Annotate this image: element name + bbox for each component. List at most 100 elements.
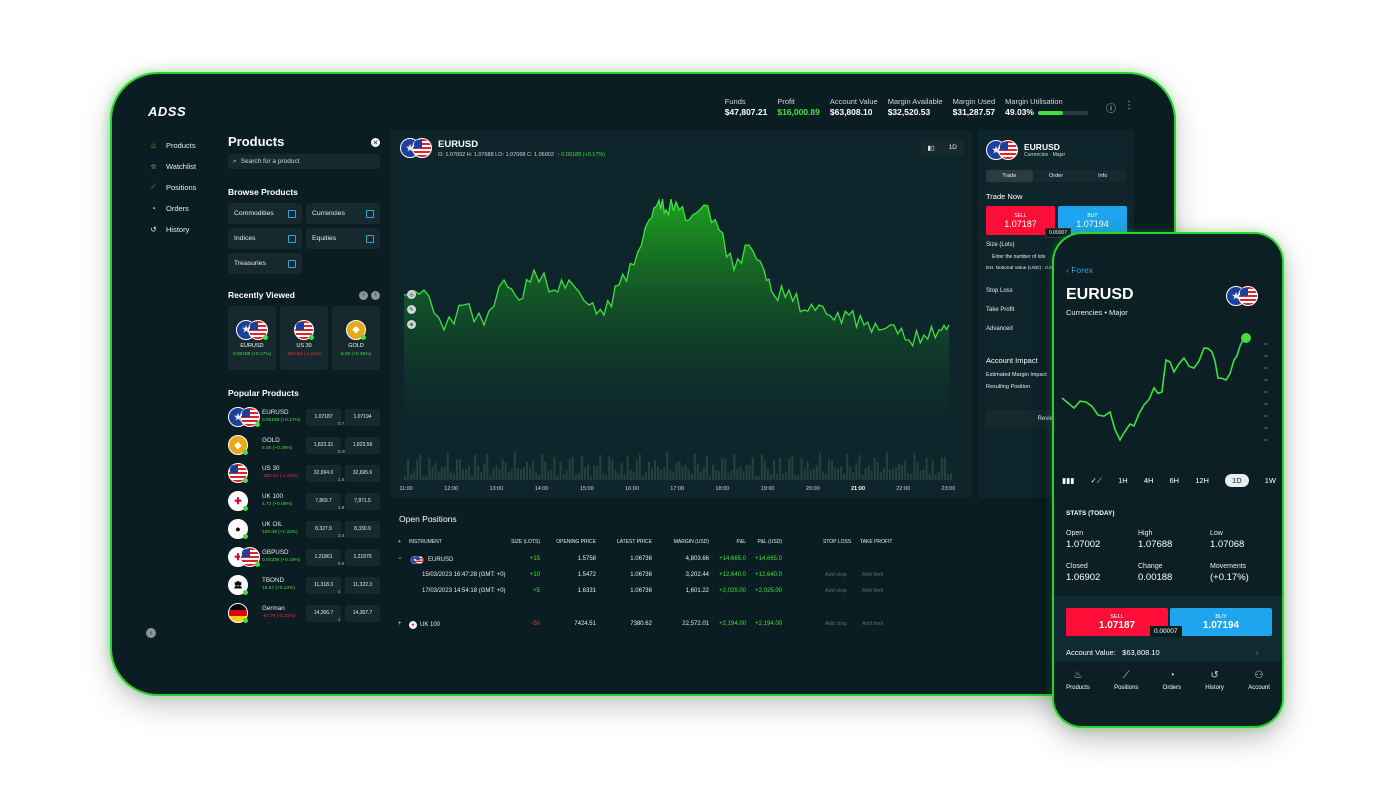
nav-item-products[interactable]: ♨ Products xyxy=(148,138,196,152)
column-header[interactable]: SIZE (LOTS) xyxy=(511,539,540,545)
more-options-icon[interactable]: ⋮ xyxy=(1124,100,1134,115)
stop-loss-toggle[interactable]: Stop Loss xyxy=(986,288,1013,294)
timeframe-4h[interactable]: 4H xyxy=(1144,476,1154,485)
size-input[interactable]: Enter the number of lots xyxy=(992,254,1045,260)
nav-item-orders[interactable]: ◔ Orders xyxy=(148,201,196,215)
add-stop-button[interactable]: Add stop xyxy=(825,621,847,627)
phone-nav-history[interactable]: ↺ History xyxy=(1205,670,1224,691)
browse-equities[interactable]: Equities xyxy=(306,228,380,249)
account-value-row[interactable]: Account Value: $63,808.10 › xyxy=(1066,648,1259,657)
column-header[interactable]: INSTRUMENT xyxy=(409,539,442,545)
zoom-tool-icon[interactable]: ⊕ xyxy=(407,320,416,329)
phone-nav-orders[interactable]: ◔ Orders xyxy=(1163,670,1181,691)
recent-item[interactable]: ★ EURUSD 0.00188 (+0.17%) xyxy=(228,306,276,370)
add-limit-button[interactable]: Add limit xyxy=(862,572,883,578)
position-instrument[interactable]: 17/03/2023 14:54:18 (GMT: +0) xyxy=(422,588,506,594)
product-buy-button[interactable]: 14,307.7 xyxy=(345,604,380,622)
nav-item-watchlist[interactable]: ☆ Watchlist xyxy=(148,159,196,173)
timeframe-1d[interactable]: 1D xyxy=(1225,474,1249,487)
product-buy-button[interactable]: 11,322.3 xyxy=(345,576,380,594)
adss-logo[interactable]: ADSS xyxy=(148,104,186,119)
browse-treasuries[interactable]: Treasuries xyxy=(228,253,302,274)
tab-trade[interactable]: Trade xyxy=(986,170,1033,182)
position-instrument[interactable]: ✚ UK 100 xyxy=(409,621,440,629)
browse-currencies[interactable]: Currencies xyxy=(306,203,380,224)
product-sell-button[interactable]: 14,306.7 xyxy=(306,604,341,622)
popular-product-row[interactable]: ✚ UK 100 4.72 (+0.06%) 7,869.7 1.8 7,871.5 xyxy=(228,490,380,512)
search-input[interactable]: ⌕ Search for a product xyxy=(228,154,380,169)
product-buy-button[interactable]: 8,330.9 xyxy=(345,520,380,538)
popular-product-row[interactable]: ✚ GBPUSD 0.00238 (+0.19%) 1.21861 0.9 1.21870 xyxy=(228,546,380,568)
column-header[interactable]: STOP LOSS xyxy=(823,539,851,545)
close-icon[interactable]: ✕ xyxy=(371,138,380,147)
recent-prev-button[interactable]: ‹ xyxy=(359,290,368,300)
tab-order[interactable]: Order xyxy=(1033,170,1080,182)
price-chart[interactable] xyxy=(390,130,972,498)
product-buy-button[interactable]: 32,695.6 xyxy=(345,464,380,482)
recent-next-button[interactable]: › xyxy=(371,290,380,300)
open-positions: Open Positions INSTRUMENT SIZE (LOTS) OPEN… xyxy=(390,504,1150,644)
row-toggle-icon[interactable]: + xyxy=(398,621,402,627)
collapse-sidebar-button[interactable]: ‹ xyxy=(146,628,156,638)
indicator-icon[interactable]: ✓⟋ xyxy=(1090,476,1102,486)
product-sell-button[interactable]: 32,694.0 xyxy=(306,464,341,482)
draw-tool-icon[interactable]: ✎ xyxy=(407,305,416,314)
product-sell-button[interactable]: 1.21861 xyxy=(306,548,341,566)
popular-product-row[interactable]: ● UK OIL 100.09 (+1.33%) 8,327.9 3.0 8,330.9 xyxy=(228,518,380,540)
info-icon[interactable]: ⓘ xyxy=(1106,100,1116,115)
phone-nav-positions[interactable]: ⟋ Positions xyxy=(1114,670,1138,691)
take-profit-toggle[interactable]: Take Profit xyxy=(986,307,1014,313)
recent-item[interactable]: ◆ GOLD 5.00 (+0.26%) xyxy=(332,306,380,370)
advanced-toggle[interactable]: Advanced xyxy=(986,326,1013,332)
candles-icon[interactable]: ▮▮▮ xyxy=(1062,476,1074,485)
nav-item-positions[interactable]: ⟋ Positions xyxy=(148,180,197,194)
recent-item[interactable]: US 30 -382.61 (-1.21%) xyxy=(280,306,328,370)
volume-bar xyxy=(666,452,669,480)
volume-bar xyxy=(443,466,446,480)
column-header[interactable]: TAKE PROFIT xyxy=(860,539,892,545)
column-header[interactable]: MARGIN (USD) xyxy=(674,539,709,545)
volume-bar xyxy=(681,466,684,480)
product-sell-button[interactable]: 1,823.31 xyxy=(306,436,341,454)
timeframe-1w[interactable]: 1W xyxy=(1265,476,1276,485)
add-stop-button[interactable]: Add stop xyxy=(825,572,847,578)
column-header[interactable]: P&L xyxy=(737,539,746,545)
expand-all-icon[interactable]: + xyxy=(398,539,401,545)
product-buy-button[interactable]: 1.07194 xyxy=(345,408,380,426)
phone-nav-products[interactable]: ♨ Products xyxy=(1066,670,1090,691)
product-sell-button[interactable]: 8,327.9 xyxy=(306,520,341,538)
product-sell-button[interactable]: 11,318.3 xyxy=(306,576,341,594)
browse-indices[interactable]: Indices xyxy=(228,228,302,249)
crosshair-tool-icon[interactable]: ◎ xyxy=(407,290,416,299)
column-header[interactable]: P&L (USD) xyxy=(757,539,782,545)
tab-info[interactable]: Info xyxy=(1079,170,1126,182)
row-toggle-icon[interactable]: − xyxy=(398,556,402,562)
product-sell-button[interactable]: 1.07187 xyxy=(306,408,341,426)
nav-item-history[interactable]: ↺ History xyxy=(148,222,196,236)
position-instrument[interactable]: ★EURUSD xyxy=(409,556,453,564)
volume-bar xyxy=(651,468,654,480)
popular-product-row[interactable]: 🏛TBOND15.57 (+0.13%)11,318.3411,322.3 xyxy=(228,574,380,596)
product-sell-button[interactable]: 7,869.7 xyxy=(306,492,341,510)
timeframe-12h[interactable]: 12H xyxy=(1195,476,1209,485)
product-buy-button[interactable]: 1,823.56 xyxy=(345,436,380,454)
add-limit-button[interactable]: Add limit xyxy=(862,588,883,594)
popular-product-row[interactable]: ★ EURUSD 0.00188 (+0.17%) 1.07187 0.7 1.07194 xyxy=(228,406,380,428)
popular-product-row[interactable]: German-87.76 (-0.31%)14,306.7114,307.7 xyxy=(228,602,380,624)
column-header[interactable]: LATEST PRICE xyxy=(617,539,652,545)
timeframe-1h[interactable]: 1H xyxy=(1118,476,1128,485)
popular-product-row[interactable]: ◆ GOLD 5.00 (+0.26%) 1,823.31 0.25 1,823.56 xyxy=(228,434,380,456)
add-stop-button[interactable]: Add stop xyxy=(825,588,847,594)
phone-nav-account[interactable]: ⚇ Account xyxy=(1248,670,1270,691)
product-buy-button[interactable]: 1.21870 xyxy=(345,548,380,566)
product-buy-button[interactable]: 7,871.5 xyxy=(345,492,380,510)
timeframe-6h[interactable]: 6H xyxy=(1170,476,1180,485)
add-limit-button[interactable]: Add limit xyxy=(862,621,883,627)
popular-product-row[interactable]: US 30 -382.61 (-1.21%) 32,694.0 1.6 32,695.6 xyxy=(228,462,380,484)
phone-price-chart[interactable] xyxy=(1054,330,1282,460)
back-button[interactable]: ‹ Forex xyxy=(1066,265,1093,275)
position-instrument[interactable]: 15/03/2023 16:47:28 (GMT: +0) xyxy=(422,572,506,578)
phone-buy-button[interactable]: BUY 1.07194 xyxy=(1170,608,1272,636)
column-header[interactable]: OPENING PRICE xyxy=(556,539,596,545)
browse-commodities[interactable]: Commodities xyxy=(228,203,302,224)
